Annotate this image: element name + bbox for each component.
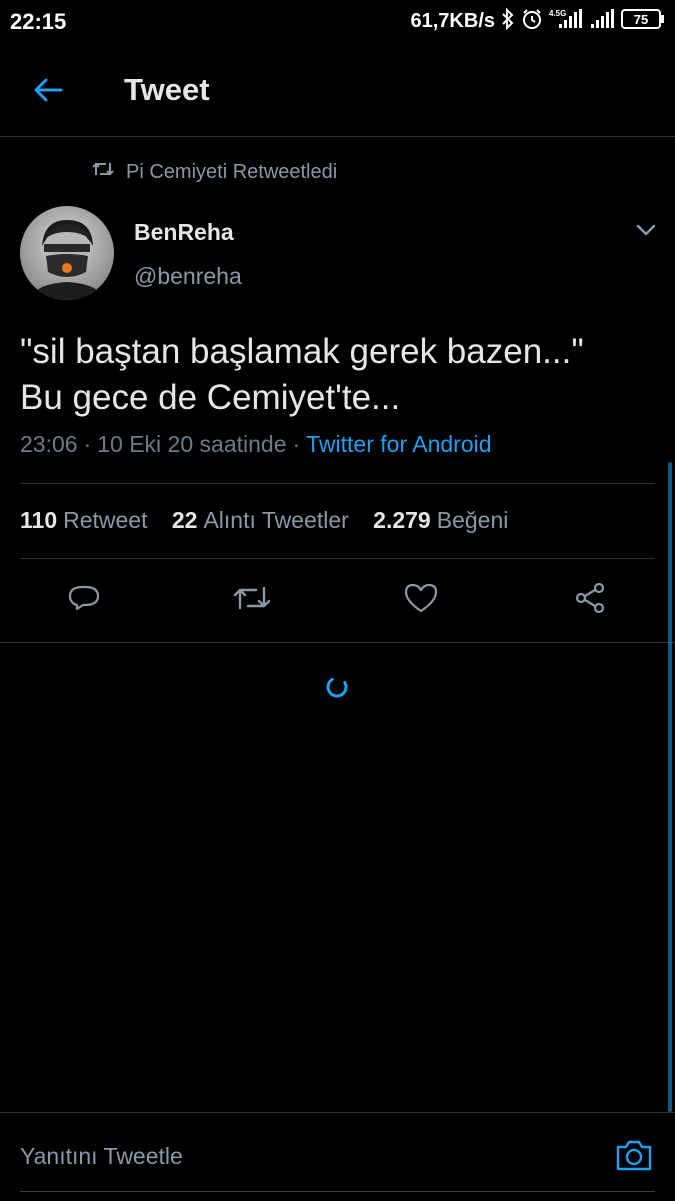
author-handle[interactable]: @benreha: [134, 263, 242, 290]
arrow-left-icon: [33, 77, 63, 108]
retweet-icon: [92, 160, 114, 184]
retweet-icon: [232, 582, 272, 619]
tweet-source-link[interactable]: Twitter for Android: [306, 431, 491, 457]
page-title: Tweet: [124, 72, 210, 107]
signal-icon: 4.5G: [549, 8, 583, 35]
loading-spinner-icon: [325, 675, 349, 699]
like-icon: [403, 582, 439, 619]
tweet-date: 10 Eki 20 saatinde: [97, 431, 287, 457]
retweet-context[interactable]: Pi Cemiyeti Retweetledi: [92, 160, 337, 184]
likes-label: Beğeni: [436, 507, 509, 533]
svg-text:75: 75: [634, 12, 648, 27]
quotes-label: Alıntı Tweetler: [203, 507, 349, 533]
likes-count: 2.279: [373, 507, 431, 533]
tweet-actions: [0, 558, 675, 643]
tweet-stats: 110 Retweet 22 Alıntı Tweetler 2.279 Beğeni: [20, 507, 526, 534]
divider: [20, 483, 655, 484]
tweet-options-button[interactable]: [630, 218, 662, 246]
back-button[interactable]: [26, 70, 70, 114]
reply-input-underline: [20, 1191, 655, 1192]
author-name[interactable]: BenReha: [134, 219, 234, 246]
status-bar: 22:15 61,7KB/s 4.5G 75: [0, 0, 675, 44]
meta-separator: ·: [83, 431, 92, 457]
avatar[interactable]: [20, 206, 114, 300]
retweets-label: Retweet: [63, 507, 148, 533]
like-button[interactable]: [401, 580, 441, 620]
alarm-icon: [521, 8, 543, 35]
quotes-count: 22: [171, 507, 198, 533]
retweet-button[interactable]: [232, 580, 272, 620]
reply-icon: [67, 581, 101, 620]
chevron-down-icon: [635, 223, 657, 242]
reply-input[interactable]: Yanıtını Tweetle: [20, 1143, 183, 1170]
scrollbar[interactable]: [668, 462, 672, 1112]
bluetooth-icon: [501, 7, 515, 35]
svg-text:4.5G: 4.5G: [549, 9, 566, 18]
meta-separator: ·: [292, 431, 301, 457]
tweet-text: "sil baştan başlamak gerek bazen..." Bu …: [20, 332, 584, 417]
app-header: Tweet: [0, 44, 675, 137]
likes-stat[interactable]: 2.279 Beğeni: [373, 507, 508, 533]
tweet-time: 23:06: [20, 431, 78, 457]
battery-icon: 75: [621, 8, 665, 35]
network-speed: 61,7KB/s: [410, 10, 496, 32]
reply-button[interactable]: [64, 580, 104, 620]
share-icon: [573, 581, 607, 620]
retweets-stat[interactable]: 110 Retweet: [20, 507, 147, 533]
camera-icon: [615, 1138, 653, 1177]
tweet-meta: 23:06 · 10 Eki 20 saatinde · Twitter for And…: [20, 431, 492, 458]
status-icons: 61,7KB/s 4.5G 75: [410, 7, 666, 35]
status-time: 22:15: [10, 9, 67, 34]
quotes-stat[interactable]: 22 Alıntı Tweetler: [172, 507, 349, 533]
retweets-count: 110: [20, 507, 58, 533]
share-button[interactable]: [570, 580, 610, 620]
retweet-context-label: Pi Cemiyeti Retweetledi: [126, 160, 338, 183]
signal-icon: [589, 8, 615, 35]
reply-bar: Yanıtını Tweetle: [0, 1112, 675, 1201]
camera-button[interactable]: [612, 1137, 656, 1177]
